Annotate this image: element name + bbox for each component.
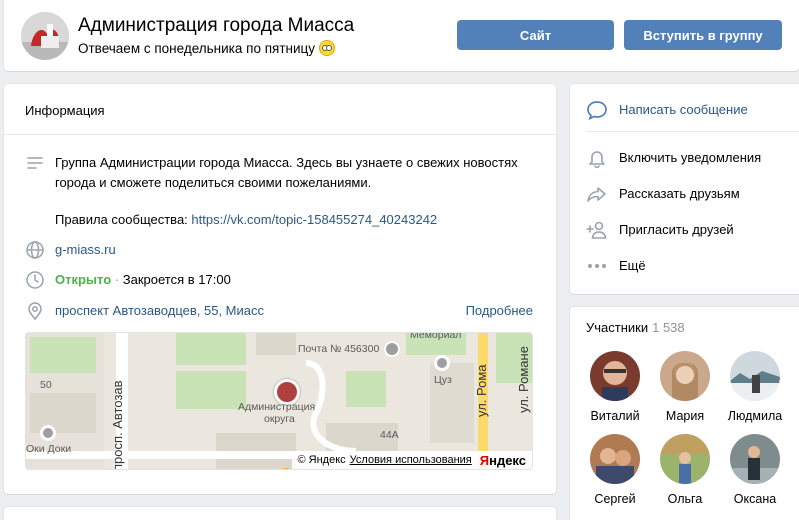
send-message-action[interactable]: Написать сообщение	[570, 94, 799, 126]
actions-divider	[586, 131, 799, 132]
clock-icon	[26, 271, 44, 289]
member-item[interactable]: Мария	[655, 351, 715, 423]
member-name: Мария	[665, 409, 705, 423]
address-link[interactable]: проспект Автозаводцев, 55, Миасс	[55, 301, 264, 321]
member-item[interactable]: Оксана	[725, 434, 785, 506]
oki-doki-pin-icon	[40, 425, 56, 441]
opening-hours: Открыто · Закроется в 17:00	[55, 270, 231, 290]
member-item[interactable]: Виталий	[585, 351, 645, 423]
post-pin-icon	[384, 341, 400, 357]
info-card-header: Информация	[4, 84, 556, 135]
send-message-label: Написать сообщение	[619, 102, 748, 117]
next-card	[4, 507, 556, 520]
group-description: Группа Администрации города Миасса. Здес…	[55, 155, 518, 190]
avatar	[730, 351, 780, 401]
group-avatar[interactable]	[21, 12, 69, 60]
avatar	[590, 434, 640, 484]
invite-friends-action[interactable]: Пригласить друзей	[570, 214, 799, 246]
enable-notifications-action[interactable]: Включить уведомления	[570, 142, 799, 174]
page-title: Администрация города Миасса	[78, 15, 355, 36]
smiley-icon	[319, 40, 335, 56]
member-item[interactable]: Ольга	[655, 434, 715, 506]
map-terms-link[interactable]: Условия использования	[350, 454, 472, 466]
more-action[interactable]: Ещё	[570, 250, 799, 282]
map-label-50: 50	[40, 379, 52, 391]
join-group-button[interactable]: Вступить в группу	[624, 20, 782, 50]
members-card: Участники 1 538 Виталий Мария Людмила Сер…	[570, 307, 799, 520]
message-icon	[587, 101, 607, 120]
map-label-road-avtozav: просп. Автозав	[110, 380, 125, 470]
site-link[interactable]: g-miass.ru	[55, 240, 116, 260]
avatar	[660, 434, 710, 484]
map[interactable]: просп. Автозав ул. Рома ул. Романе Мемор…	[25, 332, 533, 470]
member-name: Оксана	[733, 492, 777, 506]
rules-link[interactable]: https://vk.com/topic-158455274_40243242	[191, 212, 437, 227]
group-header: Администрация города Миасса Отвечаем с п…	[4, 0, 799, 71]
map-label-admin: Администрация	[238, 401, 316, 413]
more-label: Ещё	[619, 258, 646, 273]
open-status: Открыто	[55, 272, 112, 287]
more-icon	[588, 264, 606, 268]
map-label-cuz: Цуз	[434, 374, 452, 386]
member-name: Виталий	[590, 409, 640, 423]
member-name: Сергей	[594, 492, 636, 506]
avatar	[730, 434, 780, 484]
member-item[interactable]: Людмила	[725, 351, 785, 423]
share-action[interactable]: Рассказать друзьям	[570, 178, 799, 210]
map-label-road-romane: ул. Романе	[516, 346, 531, 413]
site-button[interactable]: Сайт	[457, 20, 614, 50]
members-title: Участники	[586, 320, 649, 335]
share-label: Рассказать друзьям	[619, 186, 740, 201]
closing-time: Закроется в 17:00	[122, 272, 231, 287]
members-count: 1 538	[652, 320, 685, 335]
yandex-logo: Яндекс	[479, 452, 526, 468]
group-status: Отвечаем с понедельника по пятницу	[78, 40, 335, 56]
avatar	[590, 351, 640, 401]
hours-separator: ·	[114, 272, 120, 287]
map-label-44a: 44А	[380, 429, 399, 441]
avatar	[660, 351, 710, 401]
map-label-post: Почта № 456300	[298, 343, 380, 355]
enable-notifications-label: Включить уведомления	[619, 150, 762, 165]
globe-icon	[26, 241, 44, 259]
member-item[interactable]: Сергей	[585, 434, 645, 506]
actions-card: Написать сообщение Включить уведомления …	[570, 84, 799, 294]
map-label-memorial: Мемориал	[410, 332, 462, 341]
share-icon	[587, 187, 606, 202]
info-card: Информация Группа Администрации города М…	[4, 84, 556, 494]
info-title: Информация	[25, 103, 105, 118]
map-label-road-roma: ул. Рома	[474, 364, 489, 417]
group-status-text: Отвечаем с понедельника по пятницу	[78, 41, 315, 56]
invite-friends-label: Пригласить друзей	[619, 222, 734, 237]
description-icon	[27, 157, 43, 169]
members-header[interactable]: Участники 1 538	[586, 320, 685, 335]
bell-icon	[589, 151, 605, 168]
community-rules: Правила сообщества: https://vk.com/topic…	[55, 210, 437, 230]
cuz-pin-icon	[434, 355, 450, 371]
member-name: Ольга	[667, 492, 703, 506]
location-pin-icon	[28, 302, 42, 321]
member-name: Людмила	[727, 409, 783, 423]
add-user-icon	[586, 221, 607, 239]
more-details-link[interactable]: Подробнее	[466, 301, 533, 321]
map-label-admin-okrug: округа	[264, 413, 295, 425]
map-copyright: © Яндекс	[297, 454, 346, 466]
map-label-oki-doki: Оки Доки	[26, 443, 72, 455]
rules-label: Правила сообщества:	[55, 212, 188, 227]
map-footer: © Яндекс Условия использования Яндекс	[291, 451, 532, 469]
